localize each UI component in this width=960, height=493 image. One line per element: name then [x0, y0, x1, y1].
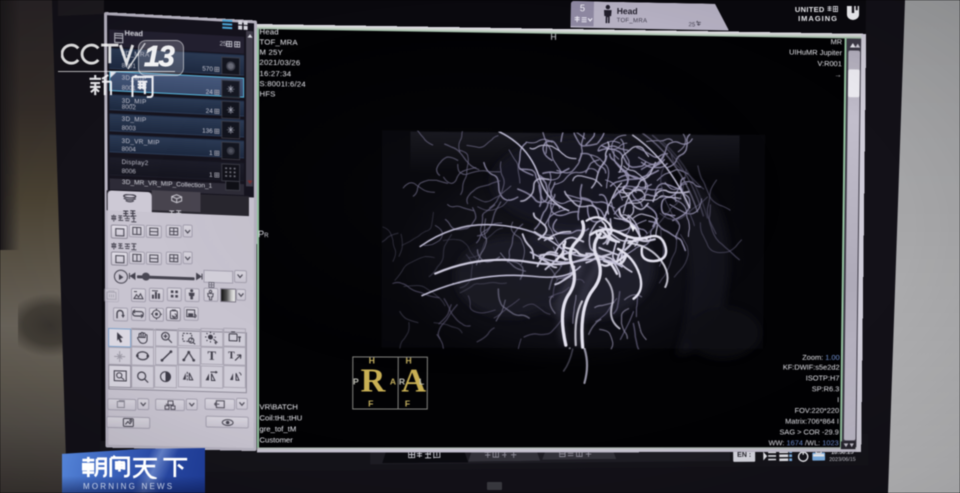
svg-text:T: T: [227, 351, 234, 362]
